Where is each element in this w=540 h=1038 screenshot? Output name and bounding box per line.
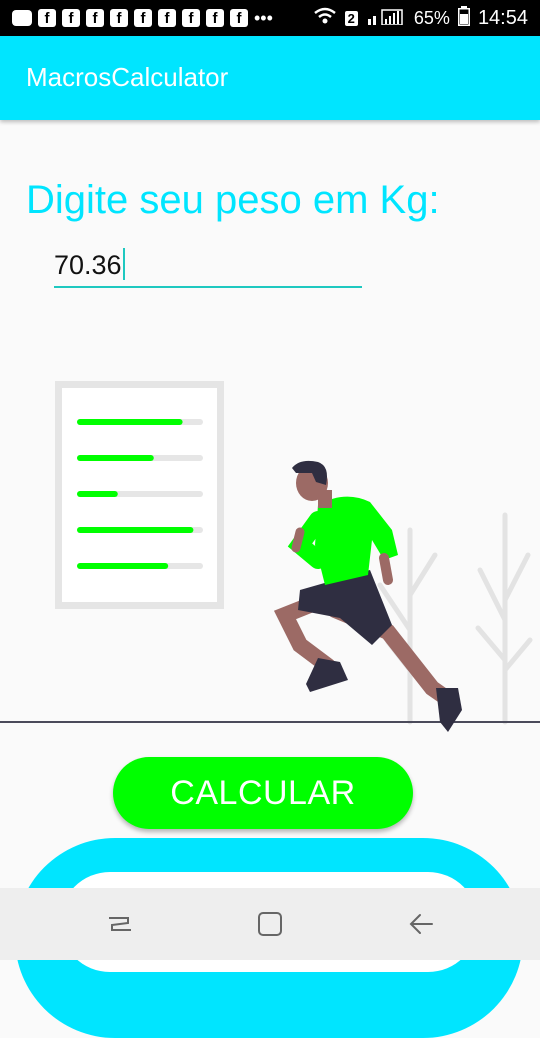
weight-input-value[interactable]: 70.36 [54,248,125,281]
status-indicators: 2 65% 14:54 [313,5,540,31]
facebook-icon: f [158,9,176,27]
status-bar: f f f f f f f f f ••• 2 65% 14:54 [0,0,540,36]
wifi-icon [313,7,337,30]
home-icon[interactable] [250,906,290,942]
facebook-icon: f [86,9,104,27]
facebook-icon: f [182,9,200,27]
facebook-icon: f [110,9,128,27]
recent-apps-icon[interactable] [100,906,140,942]
facebook-icon: f [230,9,248,27]
weight-prompt-label: Digite seu peso em Kg: [26,178,440,222]
battery-icon [457,5,470,31]
more-icon: ••• [254,7,273,28]
facebook-icon: f [134,9,152,27]
message-icon [12,10,32,26]
sim-badge: 2 [344,10,358,26]
facebook-icon: f [206,9,224,27]
calculate-button[interactable]: CALCULAR [113,757,413,829]
back-icon[interactable] [402,906,442,942]
runner-figure [273,460,462,732]
signal-icon [366,7,406,30]
battery-percent: 65% [413,7,450,28]
text-cursor [122,248,125,280]
runner-illustration [0,370,540,740]
checklist-document [55,381,224,609]
notification-icons: f f f f f f f f f ••• [0,8,273,29]
facebook-icon: f [38,9,56,27]
navigation-bar [0,888,540,960]
app-title: MacrosCalculator [26,62,229,92]
clock: 14:54 [477,6,528,29]
weight-input[interactable]: 70.36 [54,240,362,288]
app-bar: MacrosCalculator [0,36,540,120]
facebook-icon: f [62,9,80,27]
